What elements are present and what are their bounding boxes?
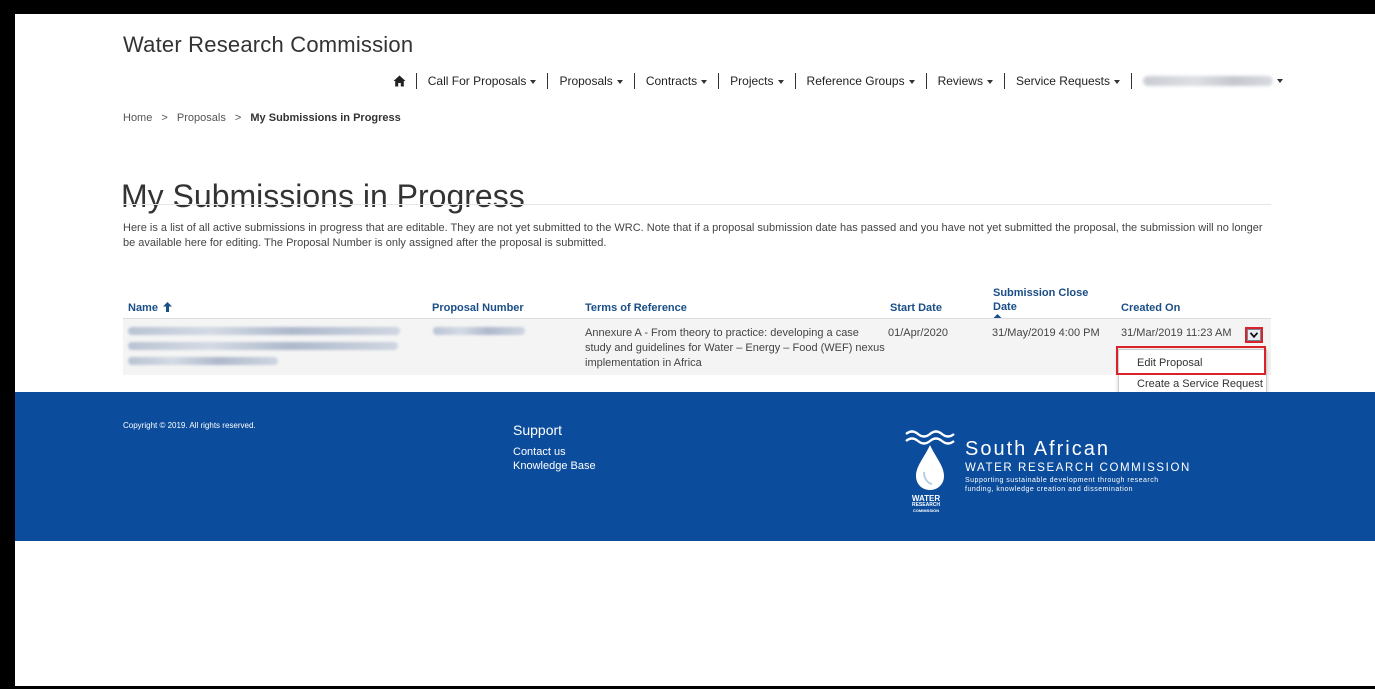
brand-line-2: WATER RESEARCH COMMISSION: [965, 462, 1191, 474]
breadcrumb-current: My Submissions in Progress: [250, 112, 401, 124]
cell-terms: Annexure A - From theory to practice: de…: [585, 327, 885, 369]
caret-down-icon: [701, 79, 708, 84]
redacted-text: [128, 327, 400, 335]
cell-name-redacted: [128, 323, 408, 372]
breadcrumb-proposals[interactable]: Proposals: [177, 112, 226, 124]
breadcrumb-separator: >: [234, 112, 242, 124]
nav-contracts[interactable]: Contracts: [635, 74, 718, 88]
support-heading: Support: [513, 422, 563, 438]
nav-label: Call For Proposals: [427, 74, 527, 88]
nav-label: Reviews: [937, 74, 983, 88]
brand-line-1: South African: [965, 438, 1110, 460]
create-service-request-menu-item[interactable]: Create a Service Request: [1119, 378, 1266, 390]
site-title[interactable]: Water Research Commission: [123, 32, 413, 58]
nav-proposals[interactable]: Proposals: [548, 74, 633, 88]
brand-tagline-2: funding, knowledge creation and dissemin…: [965, 486, 1134, 493]
caret-down-icon: [777, 79, 784, 84]
col-start-date-header[interactable]: Start Date: [890, 301, 942, 315]
nav-projects[interactable]: Projects: [719, 74, 794, 88]
page-title: My Submissions in Progress: [121, 178, 525, 215]
logo-word-commission: COMMISSION: [912, 508, 940, 513]
caret-down-icon: [1277, 79, 1283, 83]
brand-tagline-1: Supporting sustainable development throu…: [965, 477, 1159, 484]
row-actions-dropdown-toggle[interactable]: [1245, 327, 1263, 343]
copyright: Copyright © 2019. All rights reserved.: [123, 421, 256, 430]
nav-label: Service Requests: [1015, 74, 1110, 88]
contact-us-link[interactable]: Contact us: [513, 446, 566, 458]
row-actions-menu: Edit Proposal Create a Service Request: [1118, 349, 1267, 393]
edit-proposal-menu-item[interactable]: Edit Proposal: [1119, 352, 1266, 374]
col-name-label: Name: [128, 302, 158, 314]
knowledge-base-link[interactable]: Knowledge Base: [513, 460, 596, 472]
nav-home[interactable]: [387, 75, 416, 87]
wrc-logo[interactable]: WATER RESEARCH COMMISSION: [900, 428, 960, 514]
cell-start-date: 01/Apr/2020: [888, 327, 948, 339]
nav-label: Proposals: [559, 74, 613, 88]
chevron-down-icon: [1247, 329, 1261, 341]
footer: Copyright © 2019. All rights reserved. S…: [15, 392, 1375, 541]
browser-page: Water Research Commission Call For Propo…: [15, 14, 1375, 686]
col-created-on-header[interactable]: Created On: [1121, 301, 1180, 315]
title-divider: [123, 204, 1271, 205]
redacted-text: [128, 342, 398, 350]
caret-down-icon: [616, 79, 623, 84]
caret-down-icon: [986, 79, 993, 84]
logo-word-water: WATER: [911, 494, 941, 503]
arrow-up-icon: [163, 302, 173, 312]
caret-down-icon: [530, 79, 537, 84]
logo-wordmark: WATER RESEARCH COMMISSION: [900, 494, 952, 514]
nav-user-menu[interactable]: [1132, 76, 1289, 86]
redacted-text: [128, 357, 278, 365]
caret-down-icon: [908, 79, 915, 84]
cell-proposal-number-redacted: [433, 323, 543, 342]
col-close-date-label: Submission Close Date: [993, 287, 1089, 313]
col-proposal-number-header[interactable]: Proposal Number: [432, 301, 524, 315]
breadcrumb: Home > Proposals > My Submissions in Pro…: [123, 112, 407, 124]
redacted-user-name: [1143, 76, 1273, 86]
home-icon: [393, 75, 406, 87]
nav-reviews[interactable]: Reviews: [927, 74, 1004, 88]
intro-text: Here is a list of all active submissions…: [123, 222, 1263, 249]
cell-created-on: 31/Mar/2019 11:23 AM: [1121, 327, 1232, 339]
nav-service-requests[interactable]: Service Requests: [1005, 74, 1131, 88]
brand-block: South African WATER RESEARCH COMMISSION …: [965, 438, 1191, 494]
nav-label: Contracts: [645, 74, 698, 88]
nav-call-for-proposals[interactable]: Call For Proposals: [417, 74, 548, 88]
cell-close-date: 31/May/2019 4:00 PM: [992, 327, 1100, 339]
nav-label: Reference Groups: [806, 74, 905, 88]
nav-reference-groups[interactable]: Reference Groups: [796, 74, 926, 88]
breadcrumb-separator: >: [161, 112, 168, 124]
main-nav: Call For Proposals Proposals Contracts P…: [387, 70, 1289, 92]
nav-label: Projects: [730, 74, 774, 88]
breadcrumb-home[interactable]: Home: [123, 112, 152, 124]
col-name-header[interactable]: Name: [128, 301, 173, 315]
redacted-text: [433, 327, 525, 335]
col-terms-header[interactable]: Terms of Reference: [585, 301, 687, 315]
caret-down-icon: [1114, 79, 1120, 84]
